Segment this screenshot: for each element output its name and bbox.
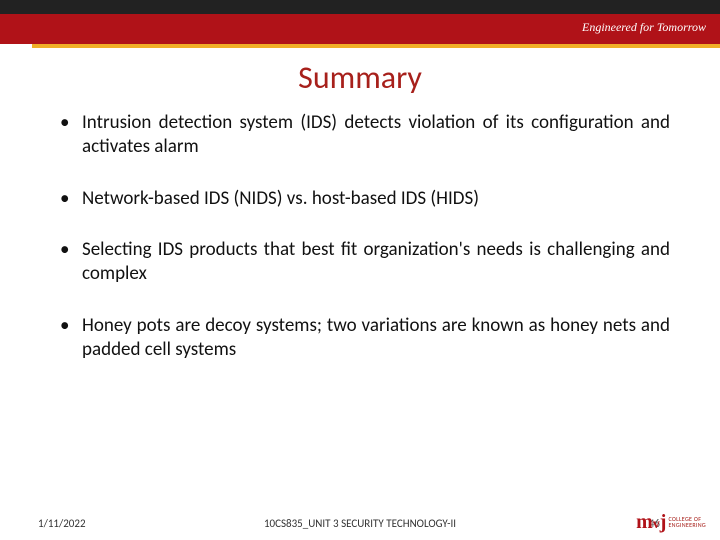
footer-date: 1/11/2022 — [38, 517, 86, 530]
bullet-item: Network-based IDS (NIDS) vs. host-based … — [60, 187, 670, 211]
footer-reference: 10CS835_UNIT 3 SECURITY TECHNOLOGY-II — [264, 517, 456, 530]
header: Engineered for Tomorrow — [0, 14, 720, 48]
accent-gold-bar — [32, 44, 720, 48]
footer: 1/11/2022 10CS835_UNIT 3 SECURITY TECHNO… — [0, 508, 720, 532]
bullet-item: Intrusion detection system (IDS) detects… — [60, 111, 670, 159]
bullet-item: Selecting IDS products that best fit org… — [60, 238, 670, 286]
bullet-list: Intrusion detection system (IDS) detects… — [60, 111, 670, 361]
header-red-bar: Engineered for Tomorrow — [0, 14, 720, 44]
tagline: Engineered for Tomorrow — [582, 20, 706, 35]
slide-title: Summary — [0, 58, 720, 97]
logo-text: COLLEGE OF ENGINEERING — [668, 516, 706, 528]
top-black-band — [0, 0, 720, 14]
logo: mvj COLLEGE OF ENGINEERING — [636, 512, 706, 532]
logo-mark: mvj — [636, 512, 666, 532]
logo-line2: ENGINEERING — [668, 522, 706, 528]
slide: Engineered for Tomorrow Summary Intrusio… — [0, 0, 720, 540]
content-area: Intrusion detection system (IDS) detects… — [0, 111, 720, 361]
bullet-item: Honey pots are decoy systems; two variat… — [60, 314, 670, 362]
